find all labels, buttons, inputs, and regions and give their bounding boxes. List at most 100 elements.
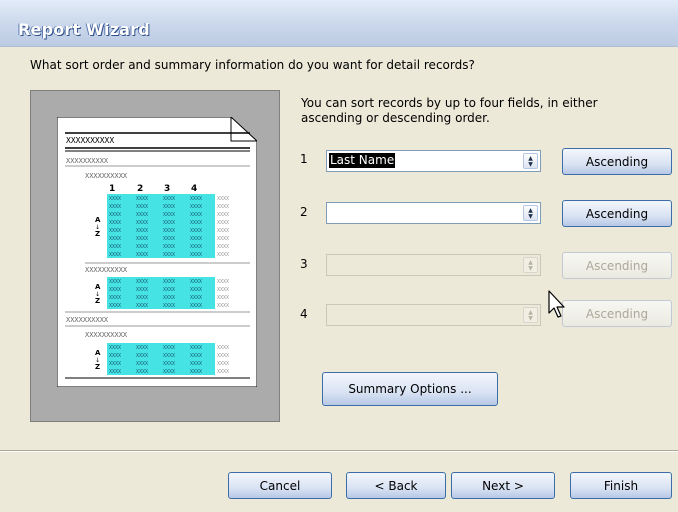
preview-group-placeholder: XXXXXXXXXX bbox=[66, 316, 109, 324]
sort-field-1-select[interactable]: Last Name ▲ ▼ bbox=[326, 150, 541, 172]
preview-cell: XXXX bbox=[136, 236, 148, 242]
preview-cell: XXXX bbox=[217, 220, 229, 226]
preview-cell: XXXX bbox=[136, 361, 148, 367]
preview-cell: XXXX bbox=[190, 345, 202, 351]
preview-cell: XXXX bbox=[109, 212, 121, 218]
sort-row-2-number: 2 bbox=[300, 205, 308, 219]
sort-z-glyph: Z bbox=[95, 297, 100, 305]
preview-cell: XXXX bbox=[109, 196, 121, 202]
sort-order-4-button[interactable]: Ascending bbox=[562, 300, 672, 327]
window-title: Report Wizard bbox=[18, 20, 150, 39]
sort-order-1-button[interactable]: Ascending bbox=[562, 148, 672, 175]
preview-cell: XXXX bbox=[163, 361, 175, 367]
preview-cell: XXXX bbox=[163, 244, 175, 250]
chevron-down-icon[interactable]: ▲ ▼ bbox=[523, 153, 538, 169]
preview-cell: XXXX bbox=[109, 244, 121, 250]
preview-cell: XXXX bbox=[109, 228, 121, 234]
preview-cell: XXXX bbox=[136, 244, 148, 250]
preview-cell: XXXX bbox=[217, 295, 229, 301]
summary-options-button[interactable]: Summary Options ... bbox=[322, 372, 498, 406]
preview-cell: XXXX bbox=[163, 353, 175, 359]
preview-column-number: 2 bbox=[137, 184, 143, 194]
preview-column-number: 1 bbox=[109, 184, 115, 194]
preview-cell: XXXX bbox=[109, 353, 121, 359]
preview-column-number: 3 bbox=[164, 184, 170, 194]
back-button[interactable]: < Back bbox=[346, 472, 446, 499]
preview-cell: XXXX bbox=[136, 369, 148, 375]
sort-a-glyph: A bbox=[95, 283, 101, 291]
wizard-question: What sort order and summary information … bbox=[30, 58, 475, 72]
preview-cell: XXXX bbox=[217, 204, 229, 210]
preview-cell: XXXX bbox=[163, 204, 175, 210]
report-preview-illustration: XXXXXXXXXX XXXXXXXXXX XXXXXXXXXX 1 2 3 4 XXX… bbox=[57, 117, 257, 387]
sort-field-2-select[interactable]: ▲ ▼ bbox=[326, 202, 541, 224]
preview-cell: XXXX bbox=[190, 295, 202, 301]
preview-cell: XXXX bbox=[217, 228, 229, 234]
preview-cell: XXXX bbox=[163, 303, 175, 309]
sort-field-4-select[interactable]: ▲ ▼ bbox=[326, 304, 541, 326]
sort-row-1-number: 1 bbox=[300, 152, 308, 166]
preview-cell: XXXX bbox=[163, 228, 175, 234]
preview-cell: XXXX bbox=[109, 220, 121, 226]
preview-cell: XXXX bbox=[190, 228, 202, 234]
preview-cell: XXXX bbox=[217, 212, 229, 218]
preview-cell: XXXX bbox=[163, 236, 175, 242]
preview-cell: XXXX bbox=[190, 287, 202, 293]
preview-cell: XXXX bbox=[217, 353, 229, 359]
chevron-down-icon[interactable]: ▲ ▼ bbox=[523, 257, 538, 273]
preview-cell: XXXX bbox=[217, 287, 229, 293]
preview-subgroup-placeholder: XXXXXXXXXX bbox=[85, 172, 128, 180]
chevron-down-icon[interactable]: ▲ ▼ bbox=[523, 307, 538, 323]
preview-subgroup-placeholder: XXXXXXXXXX bbox=[85, 266, 128, 274]
sort-row-3-number: 3 bbox=[300, 257, 308, 271]
preview-cell: XXXX bbox=[217, 361, 229, 367]
preview-cell: XXXX bbox=[190, 279, 202, 285]
preview-cell: XXXX bbox=[217, 345, 229, 351]
preview-cell: XXXX bbox=[163, 279, 175, 285]
preview-cell: XXXX bbox=[190, 369, 202, 375]
preview-cell: XXXX bbox=[190, 361, 202, 367]
preview-cell: XXXX bbox=[190, 303, 202, 309]
preview-cell: XXXX bbox=[190, 220, 202, 226]
preview-cell: XXXX bbox=[136, 295, 148, 301]
preview-cell: XXXX bbox=[109, 295, 121, 301]
chevron-down-icon[interactable]: ▲ ▼ bbox=[523, 205, 538, 221]
cancel-button[interactable]: Cancel bbox=[228, 472, 332, 499]
preview-cell: XXXX bbox=[163, 287, 175, 293]
preview-cell: XXXX bbox=[136, 220, 148, 226]
preview-cell: XXXX bbox=[136, 287, 148, 293]
sort-order-3-button[interactable]: Ascending bbox=[562, 252, 672, 279]
preview-cell: XXXX bbox=[217, 244, 229, 250]
preview-cell: XXXX bbox=[109, 287, 121, 293]
preview-cell: XXXX bbox=[136, 303, 148, 309]
preview-cell: XXXX bbox=[163, 196, 175, 202]
sort-z-glyph: Z bbox=[95, 230, 100, 238]
sort-field-3-select[interactable]: ▲ ▼ bbox=[326, 254, 541, 276]
preview-cell: XXXX bbox=[136, 228, 148, 234]
next-button[interactable]: Next > bbox=[451, 472, 555, 499]
preview-cell: XXXX bbox=[109, 361, 121, 367]
preview-cell: XXXX bbox=[109, 204, 121, 210]
finish-button[interactable]: Finish bbox=[570, 472, 672, 499]
preview-cell: XXXX bbox=[136, 345, 148, 351]
sort-order-2-button[interactable]: Ascending bbox=[562, 200, 672, 227]
preview-cell: XXXX bbox=[190, 236, 202, 242]
preview-cell: XXXX bbox=[109, 279, 121, 285]
mouse-pointer-icon bbox=[548, 290, 565, 318]
preview-column-number: 4 bbox=[191, 184, 197, 194]
sort-a-glyph: A bbox=[95, 349, 101, 357]
preview-cell: XXXX bbox=[217, 252, 229, 258]
preview-cell: XXXX bbox=[109, 345, 121, 351]
preview-cell: XXXX bbox=[190, 244, 202, 250]
sort-field-1-value: Last Name bbox=[329, 153, 396, 168]
sort-instructions: You can sort records by up to four field… bbox=[301, 96, 598, 125]
preview-cell: XXXX bbox=[190, 353, 202, 359]
preview-cell: XXXX bbox=[136, 279, 148, 285]
footer-separator bbox=[0, 450, 678, 452]
preview-cell: XXXX bbox=[109, 303, 121, 309]
preview-cell: XXXX bbox=[136, 353, 148, 359]
preview-cell: XXXX bbox=[109, 252, 121, 258]
preview-cell: XXXX bbox=[217, 279, 229, 285]
preview-cell: XXXX bbox=[163, 369, 175, 375]
preview-cell: XXXX bbox=[163, 295, 175, 301]
